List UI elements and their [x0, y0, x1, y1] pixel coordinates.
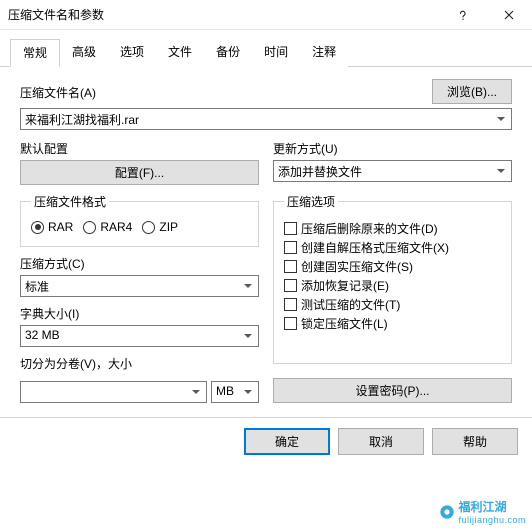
checkbox-icon: [284, 279, 297, 292]
filename-value: 来福利江湖找福利.rar: [25, 113, 139, 127]
cancel-button[interactable]: 取消: [338, 428, 424, 455]
opt-test[interactable]: 测试压缩的文件(T): [284, 296, 501, 313]
profile-label: 默认配置: [20, 140, 259, 157]
browse-button[interactable]: 浏览(B)...: [432, 79, 512, 104]
opt-lock[interactable]: 锁定压缩文件(L): [284, 315, 501, 332]
format-fieldset: 压缩文件格式 RAR RAR4 ZIP: [20, 193, 259, 247]
footer: 确定 取消 帮助: [0, 417, 532, 465]
password-button[interactable]: 设置密码(P)...: [273, 378, 512, 403]
tab-backup[interactable]: 备份: [204, 39, 252, 67]
content-area: 压缩文件名(A) 浏览(B)... 来福利江湖找福利.rar 默认配置 配置(F…: [0, 67, 532, 411]
filename-label: 压缩文件名(A): [20, 84, 424, 101]
split-label: 切分为分卷(V)，大小: [20, 355, 259, 372]
method-label: 压缩方式(C): [20, 255, 259, 272]
checkbox-icon: [284, 298, 297, 311]
checkbox-icon: [284, 260, 297, 273]
split-unit-value: MB: [216, 384, 234, 398]
window-title: 压缩文件名和参数: [8, 6, 440, 23]
format-legend: 压缩文件格式: [31, 193, 109, 210]
tab-general[interactable]: 常规: [10, 39, 60, 67]
method-select[interactable]: 标准: [20, 275, 259, 297]
watermark-cn: 福利江湖: [458, 500, 506, 514]
dict-label: 字典大小(I): [20, 305, 259, 322]
options-fieldset: 压缩选项 压缩后删除原来的文件(D) 创建自解压格式压缩文件(X) 创建固实压缩…: [273, 193, 512, 364]
watermark: 福利江湖 fulijianghu.com: [439, 498, 526, 525]
options-legend: 压缩选项: [284, 193, 338, 210]
tab-files[interactable]: 文件: [156, 39, 204, 67]
tab-bar: 常规 高级 选项 文件 备份 时间 注释: [0, 30, 532, 67]
radio-icon: [142, 221, 155, 234]
update-label: 更新方式(U): [273, 140, 512, 157]
opt-sfx[interactable]: 创建自解压格式压缩文件(X): [284, 239, 501, 256]
method-value: 标准: [25, 280, 49, 294]
update-select[interactable]: 添加并替换文件: [273, 160, 512, 182]
checkbox-icon: [284, 241, 297, 254]
checkbox-icon: [284, 222, 297, 235]
split-unit-select[interactable]: MB: [211, 381, 259, 403]
opt-delete-after[interactable]: 压缩后删除原来的文件(D): [284, 220, 501, 237]
radio-icon: [31, 221, 44, 234]
dict-value: 32 MB: [25, 328, 60, 342]
filename-input[interactable]: 来福利江湖找福利.rar: [20, 108, 512, 130]
update-value: 添加并替换文件: [278, 165, 362, 179]
format-rar[interactable]: RAR: [31, 220, 73, 234]
format-zip[interactable]: ZIP: [142, 220, 178, 234]
close-button[interactable]: [486, 0, 532, 30]
tab-comment[interactable]: 注释: [300, 39, 348, 67]
help-icon: [458, 10, 468, 20]
format-rar4[interactable]: RAR4: [83, 220, 132, 234]
radio-icon: [83, 221, 96, 234]
help-footer-button[interactable]: 帮助: [432, 428, 518, 455]
tab-advanced[interactable]: 高级: [60, 39, 108, 67]
split-input[interactable]: [20, 381, 207, 403]
opt-solid[interactable]: 创建固实压缩文件(S): [284, 258, 501, 275]
checkbox-icon: [284, 317, 297, 330]
dict-select[interactable]: 32 MB: [20, 325, 259, 347]
help-button[interactable]: [440, 0, 486, 30]
logo-icon: [439, 504, 455, 520]
watermark-en: fulijianghu.com: [458, 515, 526, 525]
opt-recovery[interactable]: 添加恢复记录(E): [284, 277, 501, 294]
profile-button[interactable]: 配置(F)...: [20, 160, 259, 185]
tab-options[interactable]: 选项: [108, 39, 156, 67]
close-icon: [504, 10, 514, 20]
ok-button[interactable]: 确定: [244, 428, 330, 455]
tab-time[interactable]: 时间: [252, 39, 300, 67]
titlebar: 压缩文件名和参数: [0, 0, 532, 30]
